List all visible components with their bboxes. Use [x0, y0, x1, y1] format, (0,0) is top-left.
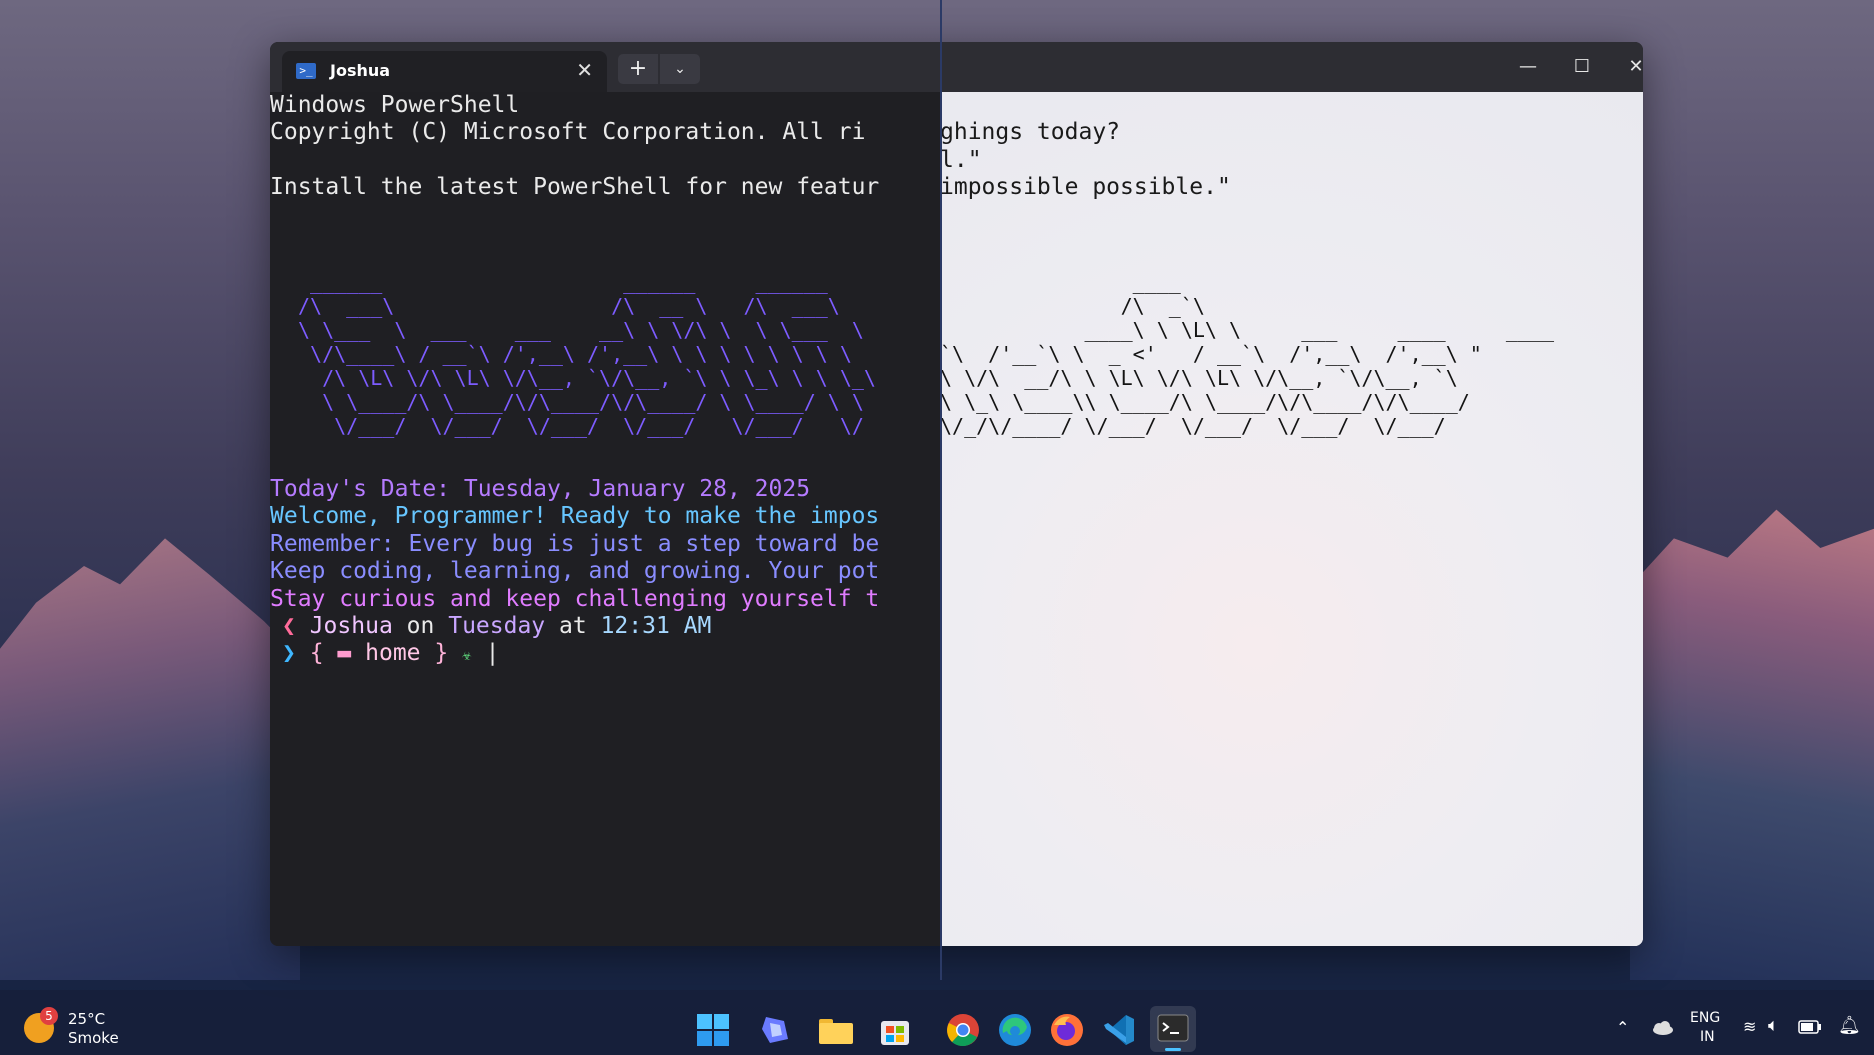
onedrive-icon[interactable]	[1650, 1020, 1674, 1036]
prompt-open-brace: {	[309, 640, 324, 666]
vscode-icon[interactable]	[1102, 1013, 1136, 1047]
prompt-line-2[interactable]: ❯ { ▬ home } ☣ |	[282, 640, 499, 669]
ascii-art-line: ______ ______ ______	[298, 270, 828, 294]
header-line: Install the latest PowerShell for new fe…	[270, 174, 880, 200]
prompt-line-1: ❮ Joshua on Tuesday at 12:31 AM	[282, 613, 711, 641]
notification-bell-icon[interactable]: 🔔︎	[1838, 1015, 1861, 1036]
region-indicator[interactable]: IN	[1700, 1029, 1715, 1045]
header-line: ghings today?	[940, 119, 1121, 145]
copilot-icon[interactable]	[758, 1013, 792, 1047]
taskbar	[0, 990, 1874, 1055]
chevron-left-icon: ❮	[282, 613, 310, 639]
ascii-art-line: \ \____/\ \____/\/\____/\/\____/ \ \____…	[298, 390, 864, 414]
ascii-art-line: \/\____\ / __`\ /',__\ /',__\ \ \ \ \ \ …	[298, 342, 852, 366]
chevron-right-icon: ❯	[282, 640, 310, 666]
ascii-art-line: \ \/\ __/\ \ \L\ \/\ \L\ \/\__, `\/\__, …	[940, 366, 1458, 390]
wifi-icon[interactable]: ≋	[1743, 1017, 1756, 1036]
close-button[interactable]: ✕	[1616, 50, 1643, 84]
header-line: Windows PowerShell	[270, 92, 520, 118]
remember-line: Remember: Every bug is just a step towar…	[270, 531, 880, 557]
weather-badge: 5	[40, 1007, 58, 1025]
ascii-art-line: /\ _`\	[940, 294, 1205, 318]
light-theme-text: ghings today? l." impossible possible." …	[940, 92, 1643, 946]
ascii-art-line: `\ /'__`\ \ _ <' / __`\ /',__\ /',__\ "	[940, 342, 1482, 366]
volume-icon[interactable]: 🔈︎	[1768, 1015, 1779, 1036]
prompt-folder: home	[365, 640, 421, 666]
header-line: Copyright (C) Microsoft Corporation. All…	[270, 119, 866, 145]
minimize-button[interactable]: —	[1508, 50, 1548, 84]
ascii-art-line: \ \___ \ ___ ___ __\ \ \/\ \ \ \___ \	[298, 318, 864, 342]
weather-condition[interactable]: Smoke	[68, 1029, 119, 1047]
terminal-content[interactable]: Windows PowerShell Copyright (C) Microso…	[270, 92, 1643, 946]
prompt-user: Joshua	[309, 613, 393, 639]
store-icon[interactable]	[878, 1013, 912, 1047]
text-cursor: |	[485, 640, 500, 666]
prompt-day: Tuesday	[448, 613, 546, 639]
ascii-art-line: \/___/ \/___/ \/___/ \/___/ \/___/ \/	[298, 414, 864, 438]
folder-icon: ▬	[337, 640, 352, 666]
date-line: Today's Date: Tuesday, January 28, 2025	[270, 476, 811, 502]
header-line: impossible possible."	[940, 174, 1231, 200]
active-indicator	[1165, 1048, 1181, 1051]
prompt-time: 12:31 AM	[600, 613, 712, 639]
chevron-down-icon[interactable]: ⌄	[660, 54, 700, 84]
biohazard-icon: ☣	[462, 645, 472, 664]
title-bar[interactable]: >_ Joshua ✕ + ⌄ — ☐ ✕	[270, 42, 1643, 92]
mountain-right	[1630, 509, 1874, 980]
keep-line: Keep coding, learning, and growing. Your…	[270, 558, 880, 584]
prompt-close-brace: }	[434, 640, 449, 666]
chevron-up-icon[interactable]: ⌃	[1616, 1018, 1629, 1037]
powershell-icon: >_	[296, 63, 316, 79]
welcome-line: Welcome, Programmer! Ready to make the i…	[270, 503, 880, 529]
tab-close-icon[interactable]: ✕	[576, 58, 593, 82]
ascii-art-line: /\ \L\ \/\ \L\ \/\__, `\/\__, `\ \ \_\ \…	[298, 366, 876, 390]
terminal-taskbar-button[interactable]	[1150, 1006, 1196, 1052]
weather-temperature[interactable]: 25°C	[68, 1010, 105, 1028]
dark-theme-pane: Windows PowerShell Copyright (C) Microso…	[270, 92, 940, 946]
chrome-icon[interactable]	[946, 1013, 980, 1047]
battery-icon[interactable]	[1798, 1020, 1822, 1034]
start-icon[interactable]	[696, 1013, 730, 1047]
ascii-art-line: ____\ \ \L\ \ ___ ____ ____	[940, 318, 1555, 342]
ascii-art-line: /\ ___\ /\ __ \ /\ ___\	[298, 294, 840, 318]
firefox-icon[interactable]	[1050, 1013, 1084, 1047]
new-tab-button[interactable]: +	[618, 54, 658, 84]
tab-joshua[interactable]: >_ Joshua ✕	[282, 51, 607, 92]
prompt-at: at	[559, 613, 587, 639]
language-indicator[interactable]: ENG	[1690, 1010, 1720, 1026]
terminal-icon	[1157, 1014, 1189, 1042]
ascii-art-line: ____	[940, 270, 1181, 294]
terminal-window: >_ Joshua ✕ + ⌄ — ☐ ✕ Windows PowerShell…	[270, 42, 1643, 946]
prompt-on: on	[406, 613, 435, 639]
edge-icon[interactable]	[998, 1013, 1032, 1047]
stay-line: Stay curious and keep challenging yourse…	[270, 586, 880, 612]
file-explorer-icon[interactable]	[818, 1015, 854, 1045]
mountain-left	[0, 538, 300, 980]
comparison-divider	[940, 0, 942, 980]
maximize-button[interactable]: ☐	[1562, 50, 1602, 84]
ascii-art-line: \ \_\ \____\\ \____/\ \____/\/\____/\/\_…	[940, 390, 1470, 414]
header-line: l."	[940, 147, 982, 173]
ascii-art-line: \/_/\/____/ \/___/ \/___/ \/___/ \/___/	[940, 414, 1446, 438]
tab-title: Joshua	[330, 61, 391, 80]
